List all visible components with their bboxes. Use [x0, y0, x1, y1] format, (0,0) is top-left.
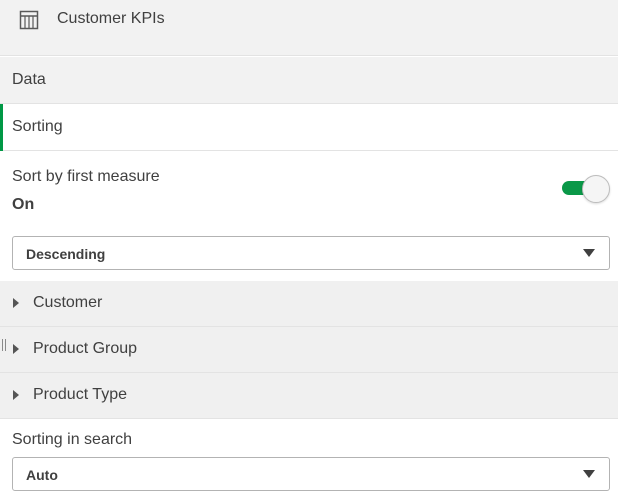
- dimension-label: Product Group: [33, 340, 138, 357]
- section-sorting[interactable]: Sorting: [0, 104, 618, 151]
- sorting-in-search-value: Auto: [26, 467, 58, 483]
- sort-order-value: Descending: [26, 246, 106, 262]
- dimension-label: Product Type: [33, 386, 127, 403]
- chevron-down-icon: [583, 249, 595, 257]
- sort-by-first-measure-toggle[interactable]: [560, 175, 612, 203]
- expand-arrow-icon: [13, 298, 19, 308]
- dimension-row-customer[interactable]: Customer: [0, 281, 618, 327]
- dimension-row-product-type[interactable]: Product Type: [0, 373, 618, 419]
- expand-arrow-icon: [13, 344, 19, 354]
- section-sorting-label: Sorting: [12, 118, 63, 135]
- active-section-indicator: [0, 104, 3, 151]
- drag-handle-icon[interactable]: [2, 339, 8, 351]
- dimension-label: Customer: [33, 294, 103, 311]
- section-data[interactable]: Data: [0, 57, 618, 104]
- panel-title: Customer KPIs: [57, 10, 165, 27]
- table-icon: [19, 10, 39, 30]
- sort-order-select[interactable]: Descending: [12, 236, 610, 270]
- panel-header: Customer KPIs: [0, 0, 618, 56]
- expand-arrow-icon: [13, 390, 19, 400]
- sorting-in-search-label: Sorting in search: [12, 431, 133, 448]
- chevron-down-icon: [583, 470, 595, 478]
- sort-by-first-measure-label: Sort by first measure: [12, 168, 160, 185]
- dimension-row-product-group[interactable]: Product Group: [0, 327, 618, 373]
- toggle-knob: [582, 175, 610, 203]
- section-data-label: Data: [12, 71, 46, 88]
- sorting-in-search-select[interactable]: Auto: [12, 457, 610, 491]
- sort-by-first-measure-state: On: [12, 196, 35, 213]
- properties-panel: Customer KPIs Data Sorting Sort by first…: [0, 0, 618, 498]
